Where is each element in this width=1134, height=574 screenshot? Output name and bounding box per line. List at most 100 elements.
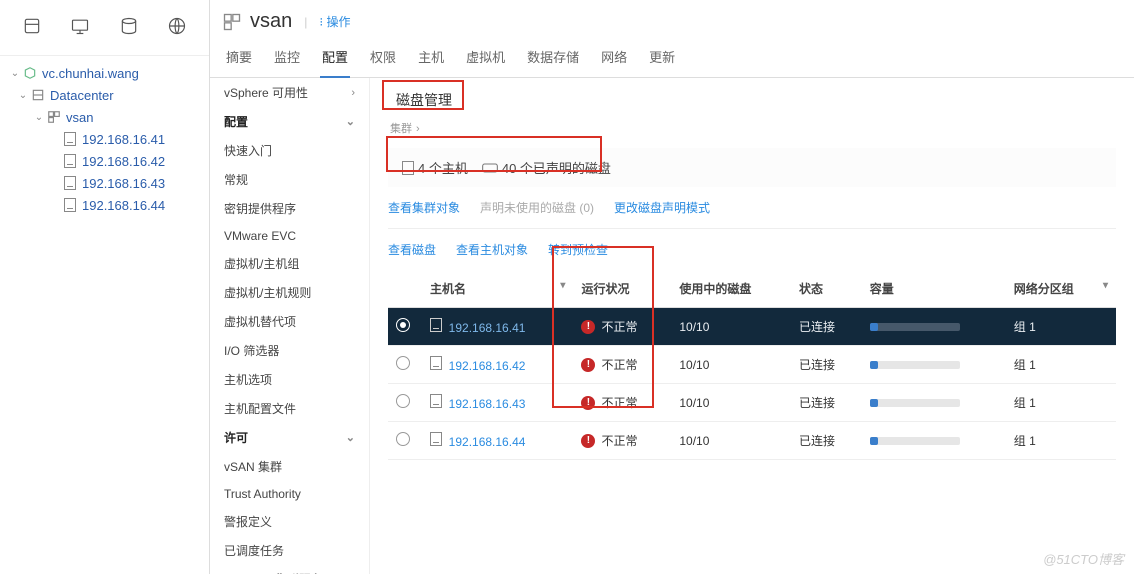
row-radio[interactable] [396,356,410,370]
sidebar-item[interactable]: Trust Authority [210,481,369,507]
cluster-actions: 查看集群对象 声明未使用的磁盘 (0) 更改磁盘声明模式 [370,191,1134,224]
hosts-clusters-icon[interactable] [22,16,42,39]
tree-host[interactable]: 192.168.16.44 [4,194,205,216]
sidebar-group[interactable]: 配置⌄ [210,107,369,136]
sidebar-group[interactable]: 许可⌄ [210,423,369,452]
host-icon [62,175,78,191]
network-icon[interactable] [167,16,187,39]
tree-datacenter[interactable]: ⌄ Datacenter [4,84,205,106]
sidebar-item[interactable]: vSphere 可用性 › [210,78,369,107]
actions-menu[interactable]: ⁝ 操作 [319,13,350,30]
col-health[interactable]: 运行状况 [573,270,671,308]
sidebar-group-label: 配置 [224,113,248,130]
table-row[interactable]: 192.168.16.44!不正常10/10已连接组 1 [388,422,1116,460]
actions-menu-label: 操作 [327,15,351,29]
col-capacity[interactable]: 容量 [862,270,1006,308]
disks-text: 10/10 [671,346,791,384]
sidebar-item[interactable]: 虚拟机替代项 [210,307,369,336]
col-state[interactable]: 状态 [791,270,862,308]
tree-label: 192.168.16.44 [82,198,165,213]
tab-updates[interactable]: 更新 [647,41,677,77]
health-text: 不正常 [601,394,637,411]
tree-label: vsan [66,110,93,125]
inventory-tree: ⌄ vc.chunhai.wang ⌄ Datacenter ⌄ vsan 19… [0,56,209,574]
table-row[interactable]: 192.168.16.42!不正常10/10已连接组 1 [388,346,1116,384]
table-row[interactable]: 192.168.16.43!不正常10/10已连接组 1 [388,384,1116,422]
sidebar-item-label: vSphere 可用性 [224,84,308,101]
health-text: 不正常 [601,356,637,373]
view-disks-link[interactable]: 查看磁盘 [388,241,436,258]
claim-unused-link: 声明未使用的磁盘 (0) [480,199,594,216]
host-icon [430,356,442,370]
storage-icon[interactable] [119,16,139,39]
chevron-down-icon[interactable]: ⌄ [8,66,22,80]
col-fd[interactable]: 网络分区组▾ [1006,270,1116,308]
hosts-table: 主机名▾ 运行状况 使用中的磁盘 状态 容量 网络分区组▾ 192.168.16… [388,270,1116,460]
precheck-link[interactable]: 转到预检查 [548,241,608,258]
host-icon [62,153,78,169]
sidebar-group[interactable]: vSphere 集群服务⌄ [210,565,369,574]
filter-icon[interactable]: ▾ [560,280,565,291]
filter-icon[interactable]: ▾ [1103,280,1108,291]
change-mode-link[interactable]: 更改磁盘声明模式 [614,199,710,216]
fd-text: 组 1 [1006,384,1116,422]
host-link[interactable]: 192.168.16.43 [449,397,526,411]
sidebar-item[interactable]: 已调度任务 [210,536,369,565]
inventory-panel: ⌄ vc.chunhai.wang ⌄ Datacenter ⌄ vsan 19… [0,0,210,574]
host-link[interactable]: 192.168.16.44 [449,435,526,449]
tree-host[interactable]: 192.168.16.43 [4,172,205,194]
chevron-down-icon[interactable]: ⌄ [32,110,46,124]
page-title-text: vsan [250,10,292,33]
tree-cluster[interactable]: ⌄ vsan [4,106,205,128]
tree-label: Datacenter [50,88,114,103]
row-radio[interactable] [396,432,410,446]
hosts-count-label: 4 个主机 [418,158,468,177]
row-radio[interactable] [396,394,410,408]
capacity-bar [870,323,960,331]
view-host-link[interactable]: 查看主机对象 [456,241,528,258]
tab-summary[interactable]: 摘要 [224,41,254,77]
sidebar-item[interactable]: 快速入门 [210,136,369,165]
sidebar-item[interactable]: 主机配置文件 [210,394,369,423]
vcenter-icon [22,65,38,81]
tree-label: 192.168.16.43 [82,176,165,191]
sidebar-item[interactable]: 虚拟机/主机组 [210,249,369,278]
chevron-down-icon[interactable]: ⌄ [16,88,30,102]
fd-text: 组 1 [1006,346,1116,384]
tab-monitor[interactable]: 监控 [272,41,302,77]
host-link[interactable]: 192.168.16.42 [449,359,526,373]
disk-management-view: 磁盘管理 集群› 4 个主机 40 个已声明的磁盘 查看集群对象 声明未使用的磁… [370,78,1134,574]
tree-host[interactable]: 192.168.16.41 [4,128,205,150]
sidebar-item[interactable]: vSAN 集群 [210,452,369,481]
configure-sidebar: vSphere 可用性› 配置⌄ 快速入门 常规 密钥提供程序 VMware E… [210,78,370,574]
tab-configure[interactable]: 配置 [320,41,350,78]
sidebar-item[interactable]: 虚拟机/主机规则 [210,278,369,307]
host-link[interactable]: 192.168.16.41 [449,321,526,335]
sidebar-item[interactable]: VMware EVC [210,223,369,249]
sidebar-item[interactable]: 常规 [210,165,369,194]
object-header: vsan | ⁝ 操作 [210,0,1134,41]
sidebar-item[interactable]: 密钥提供程序 [210,194,369,223]
col-host[interactable]: 主机名▾ [422,270,573,308]
row-radio[interactable] [396,318,410,332]
sidebar-item[interactable]: I/O 筛选器 [210,336,369,365]
chevron-right-icon: › [351,87,355,99]
breadcrumb[interactable]: 集群› [370,116,1134,140]
col-disks[interactable]: 使用中的磁盘 [671,270,791,308]
sidebar-item[interactable]: 警报定义 [210,507,369,536]
view-cluster-link[interactable]: 查看集群对象 [388,199,460,216]
tree-vcenter[interactable]: ⌄ vc.chunhai.wang [4,62,205,84]
tab-datastores[interactable]: 数据存储 [525,41,581,77]
tab-vms[interactable]: 虚拟机 [464,41,507,77]
chevron-down-icon: ⌄ [346,431,355,444]
tab-hosts[interactable]: 主机 [416,41,446,77]
sidebar-item[interactable]: 主机选项 [210,365,369,394]
tab-networks[interactable]: 网络 [599,41,629,77]
disks-count-label: 40 个已声明的磁盘 [502,158,611,177]
vms-templates-icon[interactable] [70,16,90,39]
tab-permissions[interactable]: 权限 [368,41,398,77]
tree-label: 192.168.16.41 [82,132,165,147]
table-row[interactable]: 192.168.16.41!不正常10/10已连接组 1 [388,308,1116,346]
capacity-bar [870,399,960,407]
tree-host[interactable]: 192.168.16.42 [4,150,205,172]
